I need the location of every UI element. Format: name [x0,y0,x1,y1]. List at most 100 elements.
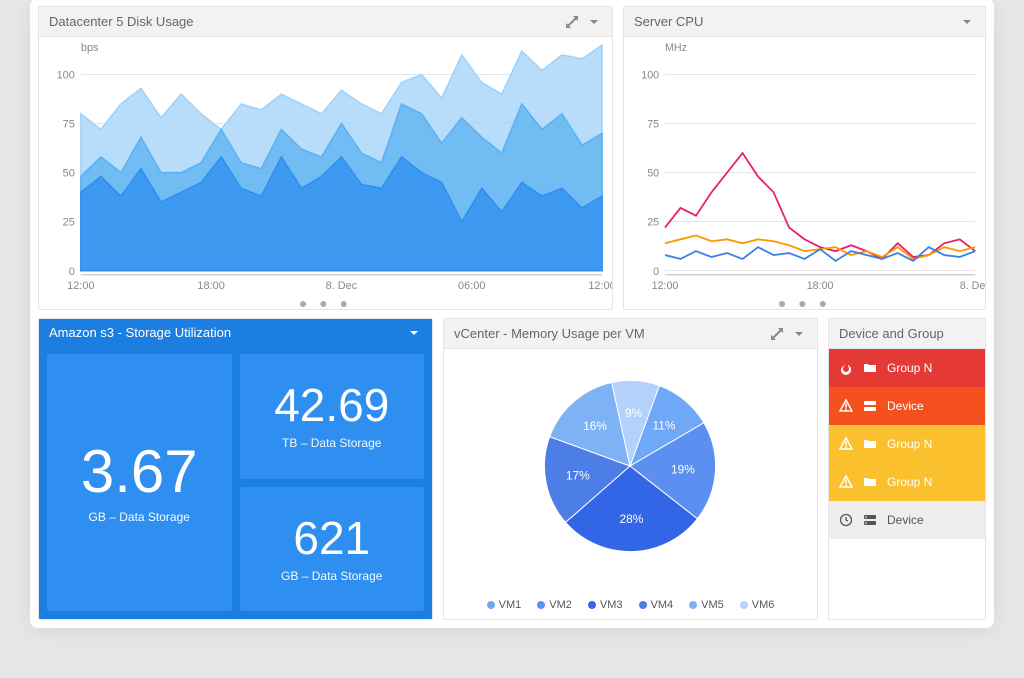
swatch-icon [537,601,545,609]
row-label: Group N [887,361,932,375]
stat-value: 42.69 [274,382,389,428]
clock-icon [839,513,853,527]
svg-text:11%: 11% [652,418,675,432]
svg-text:9%: 9% [625,406,643,420]
folder-icon [863,437,877,451]
swatch-icon [588,601,596,609]
expand-icon[interactable] [769,326,785,342]
server-icon [863,513,877,527]
legend-label: VM1 [499,599,522,611]
chevron-down-icon[interactable] [586,14,602,30]
svg-text:bps: bps [81,42,99,54]
svg-text:100: 100 [57,70,75,82]
s3-tile: 621 GB – Data Storage [240,487,425,611]
swatch-icon [689,601,697,609]
row-label: Group N [887,475,932,489]
server-icon [863,399,877,413]
s3-tile: 3.67 GB – Data Storage [47,354,232,611]
svg-text:75: 75 [647,118,659,130]
stat-label: GB – Data Storage [89,510,190,524]
svg-text:12:00: 12:00 [588,280,612,292]
panel-header: Datacenter 5 Disk Usage [39,7,612,37]
chevron-down-icon[interactable] [791,326,807,342]
svg-text:06:00: 06:00 [458,280,485,292]
svg-text:100: 100 [641,69,659,81]
stat-value: 621 [293,515,370,561]
swatch-icon [740,601,748,609]
memory-pie-chart: 11%19%28%17%16%9% [444,349,817,593]
legend-item: VM3 [588,599,623,611]
svg-text:8. Dec: 8. Dec [326,280,358,292]
legend-label: VM2 [549,599,572,611]
svg-text:0: 0 [69,266,75,278]
swatch-icon [639,601,647,609]
svg-text:75: 75 [63,119,75,131]
svg-text:8. Dec: 8. Dec [960,280,985,292]
svg-text:18:00: 18:00 [807,280,834,292]
legend-label: VM6 [752,599,775,611]
chevron-down-icon[interactable] [406,325,422,341]
svg-text:12:00: 12:00 [652,280,679,292]
fire-icon [839,361,853,375]
warn-icon [839,437,853,451]
panel-header: Device and Group [829,319,985,349]
legend-label: VM5 [701,599,724,611]
list-item[interactable]: Group N [829,349,985,387]
legend-item: VM1 [487,599,522,611]
svg-text:0: 0 [653,266,659,278]
list-item[interactable]: Device [829,501,985,539]
legend-label: VM3 [600,599,623,611]
stat-label: TB – Data Storage [282,436,381,450]
svg-text:18:00: 18:00 [197,280,224,292]
svg-text:MHz: MHz [665,42,687,54]
dashboard: Datacenter 5 Disk Usage bps 0 25 50 75 100 12:… [30,0,994,628]
s3-tile: 42.69 TB – Data Storage [240,354,425,478]
disk-chart: bps025507510012:0018:008. Dec06:0012:00 [39,37,612,295]
legend-item: VM5 [689,599,724,611]
panel-header: vCenter - Memory Usage per VM [444,319,817,349]
svg-text:16%: 16% [583,419,607,433]
device-group-list: Group N Device Group N Group N Device [829,349,985,539]
panel-memory: vCenter - Memory Usage per VM 11% 19% 28% 1… [443,318,818,620]
list-item[interactable]: Group N [829,463,985,501]
legend-label: VM4 [651,599,674,611]
pie-legend: VM1 VM2 VM3 VM4 VM5 VM6 [444,593,817,619]
expand-icon[interactable] [564,14,580,30]
drag-handle-icon[interactable]: ● ● ● [39,295,612,309]
row-label: Device [887,399,924,413]
panel-title: Datacenter 5 Disk Usage [49,14,558,29]
legend-item: VM4 [639,599,674,611]
panel-header: Amazon s3 - Storage Utilization [39,319,432,346]
legend-item: VM2 [537,599,572,611]
list-item[interactable]: Group N [829,425,985,463]
warn-icon [839,399,853,413]
swatch-icon [487,601,495,609]
panel-header: Server CPU [624,7,985,37]
folder-icon [863,475,877,489]
panel-server-cpu: Server CPU MHz 0 25 50 75 100 12:00 18:00 8. Dec… [623,6,986,310]
svg-text:50: 50 [647,168,659,180]
cpu-chart: MHz 0 25 50 75 100 12:00 18:00 8. Dec [624,37,985,295]
s3-stat-grid: 3.67 GB – Data Storage 42.69 TB – Data S… [39,346,432,619]
panel-title: Server CPU [634,14,953,29]
svg-text:19%: 19% [671,463,695,477]
stat-value: 3.67 [81,442,198,502]
panel-title: Amazon s3 - Storage Utilization [49,325,400,340]
row-label: Device [887,513,924,527]
svg-text:25: 25 [647,217,659,229]
svg-text:28%: 28% [619,512,643,526]
row-label: Group N [887,437,932,451]
warn-icon [839,475,853,489]
panel-title: Device and Group [839,326,975,341]
stat-label: GB – Data Storage [281,569,382,583]
chevron-down-icon[interactable] [959,14,975,30]
panel-device-group: Device and Group Group N Device Group N … [828,318,986,620]
panel-s3: Amazon s3 - Storage Utilization 3.67 GB … [38,318,433,620]
legend-item: VM6 [740,599,775,611]
svg-text:12:00: 12:00 [67,280,94,292]
folder-icon [863,361,877,375]
list-item[interactable]: Device [829,387,985,425]
panel-title: vCenter - Memory Usage per VM [454,326,763,341]
svg-text:25: 25 [63,217,75,229]
drag-handle-icon[interactable]: ● ● ● [624,295,985,309]
